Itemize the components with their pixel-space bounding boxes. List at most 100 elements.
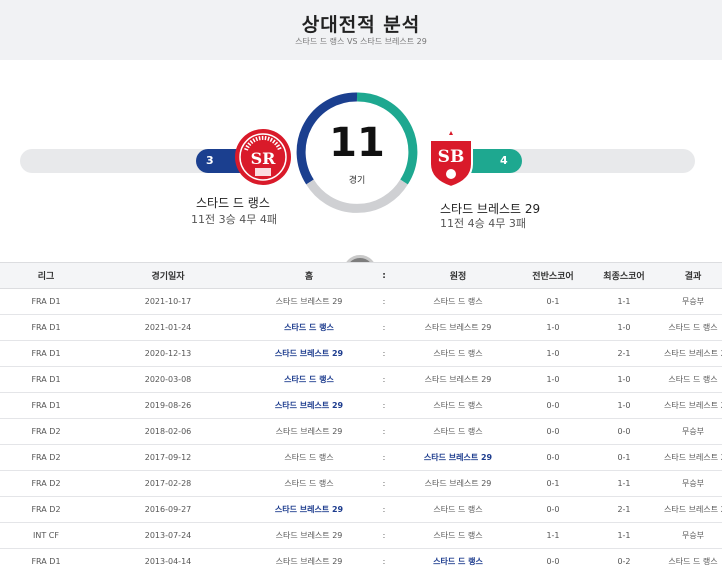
match-date: 2016-09-27 bbox=[144, 505, 192, 514]
table-header-row: 리그 경기일자 홈 : 원정 전반스코어 최종스코어 결과 bbox=[0, 262, 722, 289]
col-away: 원정 bbox=[449, 272, 467, 282]
table-row[interactable]: FRA D1 2020-03-08 스타드 드 랭스: 스타드 브레스트 29 1-0 1… bbox=[0, 367, 722, 393]
match-history-table: 리그 경기일자 홈 : 원정 전반스코어 최종스코어 결과 FRA D1 2021… bbox=[0, 262, 722, 574]
match-separator: : bbox=[382, 323, 386, 332]
match-result: 스타드 브레스트 29 bbox=[664, 401, 722, 410]
match-date: 2013-04-14 bbox=[144, 557, 192, 566]
table-row[interactable]: FRA D1 2019-08-26 스타드 브레스트 29: 스타드 드 랭스 0-0 1… bbox=[0, 393, 722, 419]
match-result: 스타드 드 랭스 bbox=[668, 557, 718, 566]
col-result: 결과 bbox=[684, 272, 702, 282]
match-final-score: 0-2 bbox=[617, 557, 631, 566]
table-row[interactable]: FRA D2 2016-09-27 스타드 브레스트 29: 스타드 드 랭스 0-0 2… bbox=[0, 497, 722, 523]
table-row[interactable]: FRA D1 2021-10-17 스타드 브레스트 29: 스타드 드 랭스 0-1 1… bbox=[0, 289, 722, 315]
match-home-team: 스타드 브레스트 29 bbox=[274, 401, 344, 410]
match-final-score: 0-0 bbox=[617, 427, 631, 436]
match-result: 무승부 bbox=[681, 297, 705, 306]
home-team-name: 스타드 드 랭스 bbox=[196, 196, 270, 210]
match-away-team: 스타드 브레스트 29 bbox=[424, 323, 492, 332]
match-home-team: 스타드 드 랭스 bbox=[284, 323, 334, 332]
match-separator: : bbox=[382, 349, 386, 358]
match-result: 스타드 브레스트 29 bbox=[664, 505, 722, 514]
match-half-score: 0-0 bbox=[546, 427, 560, 436]
match-date: 2019-08-26 bbox=[144, 401, 192, 410]
match-result: 스타드 브레스트 29 bbox=[664, 349, 722, 358]
match-away-team: 스타드 드 랭스 bbox=[433, 349, 483, 358]
away-wins-count: 4 bbox=[500, 154, 508, 167]
match-league: FRA D2 bbox=[31, 427, 61, 436]
match-league: FRA D1 bbox=[31, 375, 61, 384]
match-date: 2021-10-17 bbox=[144, 297, 192, 306]
match-separator: : bbox=[382, 479, 386, 488]
match-league: FRA D1 bbox=[31, 349, 61, 358]
match-half-score: 0-0 bbox=[546, 401, 560, 410]
match-date: 2021-01-24 bbox=[144, 323, 192, 332]
match-result: 무승부 bbox=[681, 479, 705, 488]
match-separator: : bbox=[382, 531, 386, 540]
table-row[interactable]: INT CF 2013-07-24 스타드 브레스트 29: 스타드 드 랭스 1-1 1… bbox=[0, 523, 722, 549]
home-wins-count: 3 bbox=[206, 154, 214, 167]
games-label: 경기 bbox=[348, 176, 366, 186]
match-league: INT CF bbox=[33, 531, 59, 540]
match-home-team: 스타드 브레스트 29 bbox=[274, 505, 344, 514]
match-league: FRA D1 bbox=[31, 297, 61, 306]
match-final-score: 2-1 bbox=[617, 505, 631, 514]
table-row[interactable]: FRA D2 2018-02-06 스타드 브레스트 29: 스타드 드 랭스 0-0 0… bbox=[0, 419, 722, 445]
match-home-team: 스타드 브레스트 29 bbox=[275, 297, 343, 306]
match-away-team: 스타드 브레스트 29 bbox=[424, 375, 492, 384]
match-separator: : bbox=[382, 401, 386, 410]
match-date: 2020-12-13 bbox=[144, 349, 192, 358]
match-half-score: 0-1 bbox=[546, 479, 560, 488]
table-row[interactable]: FRA D1 2021-01-24 스타드 드 랭스: 스타드 브레스트 29 1-0 1… bbox=[0, 315, 722, 341]
match-final-score: 1-1 bbox=[617, 297, 631, 306]
match-home-team: 스타드 드 랭스 bbox=[284, 453, 334, 462]
match-final-score: 0-1 bbox=[617, 453, 631, 462]
match-separator: : bbox=[382, 375, 386, 384]
match-away-team: 스타드 브레스트 29 bbox=[424, 479, 492, 488]
col-half-score: 전반스코어 bbox=[532, 272, 574, 282]
match-half-score: 1-1 bbox=[546, 531, 560, 540]
match-away-team: 스타드 드 랭스 bbox=[433, 557, 483, 566]
match-home-team: 스타드 드 랭스 bbox=[284, 479, 334, 488]
match-separator: : bbox=[382, 427, 386, 436]
col-final-score: 최종스코어 bbox=[603, 272, 645, 282]
stade-de-reims-logo: SR bbox=[235, 129, 291, 185]
match-away-team: 스타드 드 랭스 bbox=[433, 531, 483, 540]
match-half-score: 1-0 bbox=[546, 349, 560, 358]
match-league: FRA D1 bbox=[31, 323, 61, 332]
match-half-score: 0-0 bbox=[546, 505, 560, 514]
match-away-team: 스타드 드 랭스 bbox=[433, 297, 483, 306]
head-to-head-summary: 3 4 SR SB 11 경기 4무 스타드 드 랭스 11전 3승 4무 4패… bbox=[0, 60, 722, 289]
match-final-score: 1-1 bbox=[617, 479, 631, 488]
col-home: 홈 bbox=[304, 272, 314, 282]
match-half-score: 1-0 bbox=[546, 323, 560, 332]
away-logo-letters: SB bbox=[438, 147, 465, 167]
table-row[interactable]: FRA D2 2017-09-12 스타드 드 랭스: 스타드 브레스트 29 0-0 0… bbox=[0, 445, 722, 471]
match-result: 스타드 드 랭스 bbox=[668, 323, 718, 332]
page-subtitle: 스타드 드 랭스 VS 스타드 브레스트 29 bbox=[295, 37, 427, 46]
match-league: FRA D2 bbox=[31, 479, 61, 488]
match-result: 스타드 드 랭스 bbox=[668, 375, 718, 384]
match-date: 2013-07-24 bbox=[144, 531, 192, 540]
table-row[interactable]: FRA D1 2013-04-14 스타드 브레스트 29: 스타드 드 랭스 0-0 0… bbox=[0, 549, 722, 574]
table-row[interactable]: FRA D2 2017-02-28 스타드 드 랭스: 스타드 브레스트 29 0-1 1… bbox=[0, 471, 722, 497]
match-half-score: 0-1 bbox=[546, 297, 560, 306]
match-date: 2017-09-12 bbox=[144, 453, 192, 462]
match-separator: : bbox=[382, 297, 386, 306]
match-half-score: 0-0 bbox=[546, 453, 560, 462]
match-home-team: 스타드 브레스트 29 bbox=[275, 531, 343, 540]
match-half-score: 0-0 bbox=[546, 557, 560, 566]
home-logo-letters: SR bbox=[251, 149, 277, 168]
col-league: 리그 bbox=[37, 272, 55, 282]
match-league: FRA D2 bbox=[31, 505, 61, 514]
match-date: 2017-02-28 bbox=[144, 479, 192, 488]
match-league: FRA D2 bbox=[31, 453, 61, 462]
match-separator: : bbox=[382, 557, 386, 566]
match-league: FRA D1 bbox=[31, 557, 61, 566]
match-separator: : bbox=[382, 505, 386, 514]
match-away-team: 스타드 드 랭스 bbox=[433, 427, 483, 436]
table-row[interactable]: FRA D1 2020-12-13 스타드 브레스트 29: 스타드 드 랭스 1-0 2… bbox=[0, 341, 722, 367]
match-away-team: 스타드 드 랭스 bbox=[433, 505, 483, 514]
away-team-record: 11전 4승 4무 3패 bbox=[440, 217, 526, 230]
match-final-score: 2-1 bbox=[617, 349, 631, 358]
match-away-team: 스타드 브레스트 29 bbox=[423, 453, 493, 462]
